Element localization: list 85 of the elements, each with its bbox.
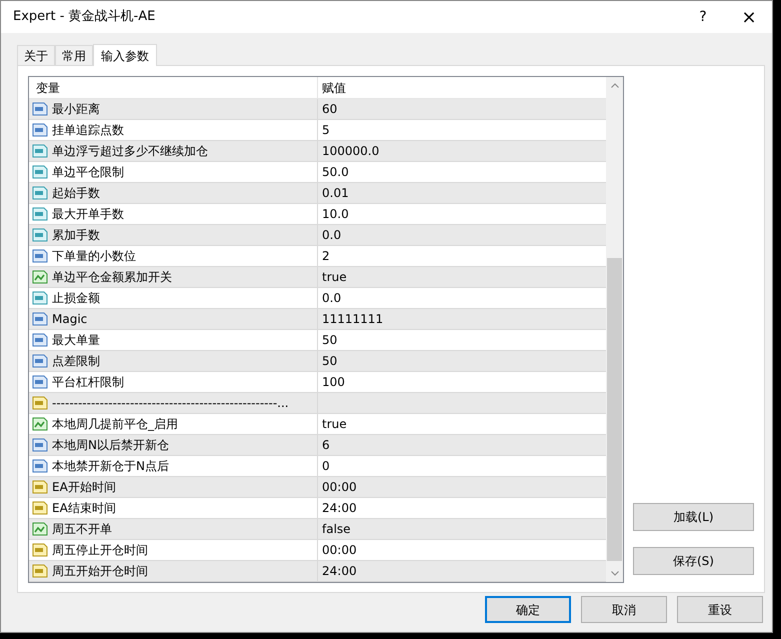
text-type-icon [32, 396, 48, 410]
parameter-value[interactable]: 11111111 [322, 310, 384, 328]
scroll-down-icon[interactable] [610, 571, 618, 576]
parameter-name: 起始手数 [52, 185, 100, 202]
decimal-type-icon [32, 165, 48, 179]
parameter-name: 下单量的小数位 [52, 248, 136, 265]
parameter-value[interactable]: 100000.0 [322, 142, 380, 160]
parameter-value[interactable]: 50 [322, 352, 338, 370]
load-button[interactable]: 加载(L) [633, 503, 754, 531]
parameter-value[interactable]: 60 [322, 100, 338, 118]
parameter-name: EA开始时间 [52, 479, 116, 496]
parameter-value[interactable]: 0.01 [322, 184, 349, 202]
parameter-value[interactable]: 100 [322, 373, 345, 391]
integer-type-icon [32, 333, 48, 347]
scrollbar[interactable] [606, 77, 623, 582]
help-button[interactable]: ? [680, 1, 726, 33]
tab[interactable]: 关于 [17, 45, 55, 65]
parameter-name: 本地周几提前平仓_启用 [52, 416, 178, 433]
parameter-value[interactable]: 50.0 [322, 163, 349, 181]
column-header[interactable]: 变量 [29, 77, 318, 98]
parameter-value[interactable]: false [322, 520, 351, 538]
parameter-name: 本地周N以后禁开新仓 [52, 437, 169, 454]
text-type-icon [32, 543, 48, 557]
parameter-name: 单边平仓金额累加开关 [52, 269, 172, 286]
parameter-value[interactable]: true [322, 415, 347, 433]
scroll-thumb[interactable] [607, 258, 622, 561]
ok-button[interactable]: 确定 [485, 596, 571, 623]
parameter-name: ----------------------------------------------------... [52, 395, 289, 412]
decimal-type-icon [32, 186, 48, 200]
integer-type-icon [32, 459, 48, 473]
save-button[interactable]: 保存(S) [633, 547, 754, 575]
tab[interactable]: 常用 [55, 45, 93, 65]
decimal-type-icon [32, 291, 48, 305]
integer-type-icon [32, 249, 48, 263]
parameter-name: 最大单量 [52, 332, 100, 349]
parameter-name: 最大开单手数 [52, 206, 124, 223]
parameter-name: 周五不开单 [52, 521, 112, 538]
decimal-type-icon [32, 228, 48, 242]
boolean-type-icon [32, 417, 48, 431]
parameter-name: 周五开始开仓时间 [52, 563, 148, 580]
parameter-value[interactable]: 00:00 [322, 541, 357, 559]
parameter-name: 点差限制 [52, 353, 100, 370]
text-type-icon [32, 501, 48, 515]
parameter-name: 止损金额 [52, 290, 100, 307]
parameter-value[interactable]: 2 [322, 247, 330, 265]
parameter-name: 最小距离 [52, 101, 100, 118]
decimal-type-icon [32, 207, 48, 221]
parameter-name: Magic [52, 311, 88, 328]
boolean-type-icon [32, 270, 48, 284]
parameter-name: 周五停止开仓时间 [52, 542, 148, 559]
parameter-value[interactable]: 24:00 [322, 499, 357, 517]
parameter-value[interactable]: 0.0 [322, 289, 342, 307]
parameter-name: 本地禁开新仓于N点后 [52, 458, 169, 475]
parameter-name: EA结束时间 [52, 500, 116, 517]
integer-type-icon [32, 123, 48, 137]
parameter-value[interactable]: 50 [322, 331, 338, 349]
integer-type-icon [32, 375, 48, 389]
parameter-name: 平台杠杆限制 [52, 374, 124, 391]
integer-type-icon [32, 312, 48, 326]
tab[interactable]: 输入参数 [93, 44, 157, 66]
parameter-value[interactable]: 5 [322, 121, 330, 139]
boolean-type-icon [32, 522, 48, 536]
scroll-up-icon[interactable] [610, 83, 618, 88]
parameter-name: 挂单追踪点数 [52, 122, 124, 139]
integer-type-icon [32, 102, 48, 116]
close-button[interactable]: × [726, 1, 772, 33]
text-type-icon [32, 480, 48, 494]
parameter-value[interactable]: 00:00 [322, 478, 357, 496]
cancel-button[interactable]: 取消 [581, 596, 667, 623]
parameter-name: 单边平仓限制 [52, 164, 124, 181]
integer-type-icon [32, 438, 48, 452]
parameter-value[interactable]: 10.0 [322, 205, 349, 223]
decimal-type-icon [32, 144, 48, 158]
parameter-name: 单边浮亏超过多少不继续加仓 [52, 143, 208, 160]
parameter-value[interactable]: 0 [322, 457, 330, 475]
integer-type-icon [32, 354, 48, 368]
column-header[interactable]: 赋值 [318, 77, 606, 98]
parameter-name: 累加手数 [52, 227, 100, 244]
reset-button[interactable]: 重设 [677, 596, 763, 623]
parameter-value[interactable]: 24:00 [322, 562, 357, 580]
parameter-value[interactable]: 0.0 [322, 226, 342, 244]
text-type-icon [32, 564, 48, 578]
parameter-value[interactable]: true [322, 268, 347, 286]
parameter-value[interactable]: 6 [322, 436, 330, 454]
window-title: Expert - 黄金战斗机-AE [13, 8, 156, 26]
